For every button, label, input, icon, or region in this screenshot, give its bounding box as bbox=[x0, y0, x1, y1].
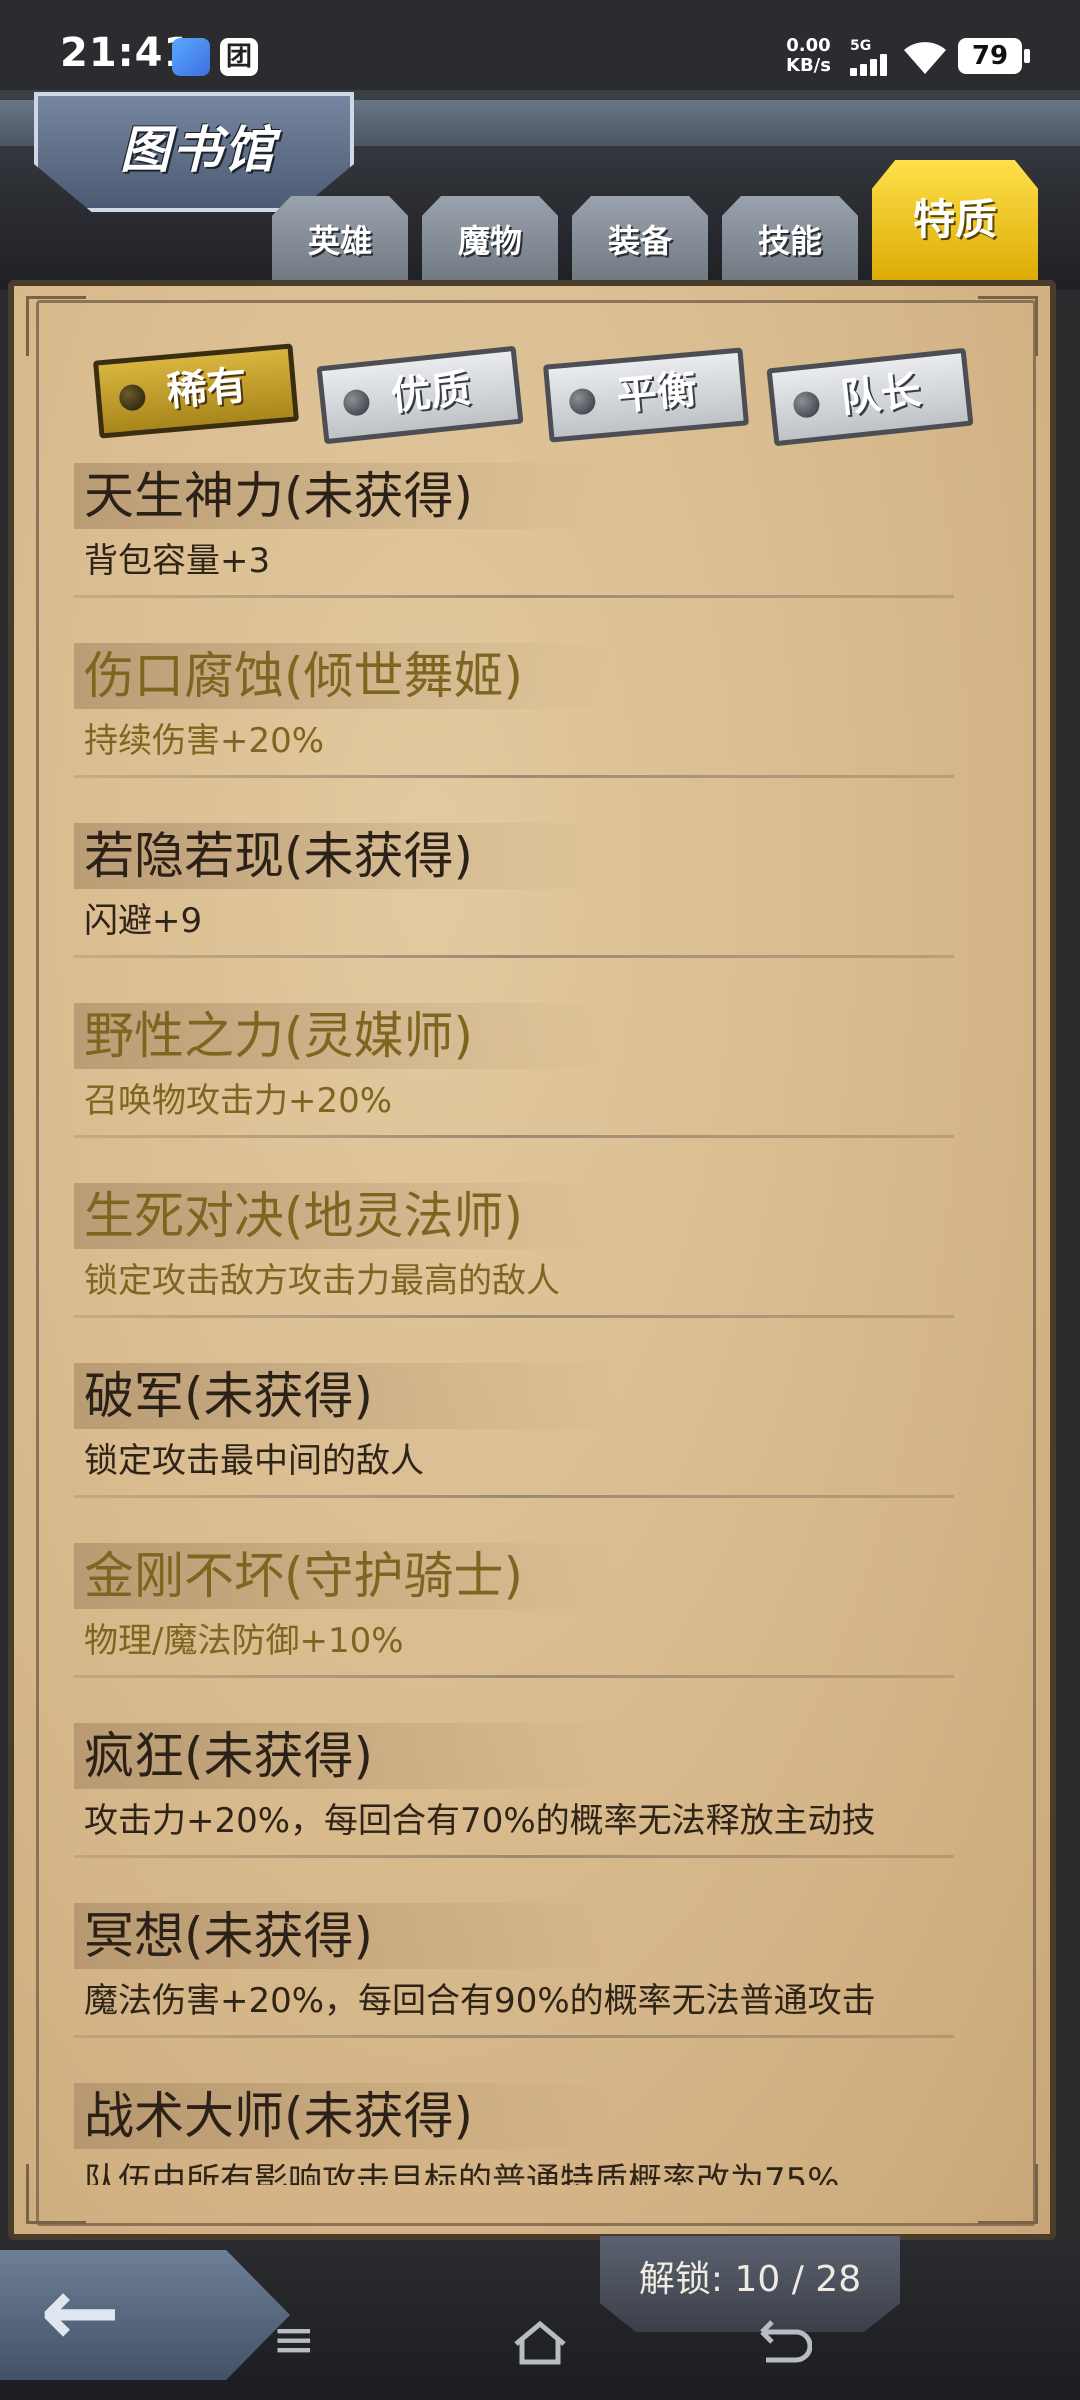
net-speed-value: 0.00 bbox=[786, 35, 831, 56]
divider bbox=[74, 775, 954, 778]
net-speed: 0.00 KB/s bbox=[786, 36, 831, 76]
frame-corner bbox=[978, 2164, 1038, 2224]
trait-item[interactable]: 天生神力(未获得) 背包容量+3 bbox=[74, 455, 964, 635]
subtab-label: 优质 bbox=[388, 365, 474, 420]
tab-monsters[interactable]: 魔物 bbox=[422, 196, 558, 286]
divider bbox=[74, 955, 954, 958]
menu-icon[interactable]: ≡ bbox=[272, 2310, 316, 2370]
rivet-icon bbox=[568, 387, 597, 416]
trait-description: 召唤物攻击力+20% bbox=[84, 1081, 393, 1121]
trait-title: 野性之力(灵媒师) bbox=[84, 1007, 474, 1065]
network-type: 5G bbox=[850, 38, 872, 54]
trait-item[interactable]: 若隐若现(未获得) 闪避+9 bbox=[74, 815, 964, 995]
trait-title: 冥想(未获得) bbox=[84, 1907, 374, 1965]
trait-title: 若隐若现(未获得) bbox=[84, 827, 474, 885]
trait-description: 物理/魔法防御+10% bbox=[84, 1621, 404, 1661]
subtab-label: 稀有 bbox=[165, 362, 249, 416]
left-arrow-icon[interactable]: ← bbox=[40, 2262, 120, 2362]
tuan-app-icon: 团 bbox=[220, 38, 258, 76]
trait-item[interactable]: 生死对决(地灵法师) 锁定攻击敌方攻击力最高的敌人 bbox=[74, 1175, 964, 1355]
frame-corner bbox=[26, 296, 86, 356]
trait-description: 持续伤害+20% bbox=[84, 721, 325, 761]
trait-list[interactable]: 天生神力(未获得) 背包容量+3 伤口腐蚀(倾世舞姬) 持续伤害+20% 若隐若… bbox=[74, 455, 964, 2185]
battery-indicator: 79 bbox=[958, 38, 1030, 74]
trait-item[interactable]: 金刚不坏(守护骑士) 物理/魔法防御+10% bbox=[74, 1535, 964, 1715]
divider bbox=[74, 1315, 954, 1318]
tab-equipment[interactable]: 装备 bbox=[572, 196, 708, 286]
trait-description: 闪避+9 bbox=[84, 901, 203, 941]
trait-title: 伤口腐蚀(倾世舞姬) bbox=[84, 647, 524, 705]
page-title: 图书馆 bbox=[120, 121, 276, 179]
trait-description: 队伍中所有影响攻击目标的普通特质概率改为75% bbox=[84, 2161, 840, 2185]
divider bbox=[74, 1495, 954, 1498]
home-icon[interactable] bbox=[510, 2318, 570, 2368]
trait-description: 攻击力+20%，每回合有70%的概率无法释放主动技 bbox=[84, 1801, 876, 1841]
app-notification-icon bbox=[172, 38, 210, 76]
frame-corner bbox=[978, 296, 1038, 356]
rivet-icon bbox=[342, 388, 371, 417]
wifi-icon bbox=[904, 42, 946, 74]
trait-description: 背包容量+3 bbox=[84, 541, 271, 581]
divider bbox=[74, 2035, 954, 2038]
subtab-label: 队长 bbox=[838, 367, 924, 422]
divider bbox=[74, 595, 954, 598]
tab-heroes[interactable]: 英雄 bbox=[272, 196, 408, 286]
trait-title: 天生神力(未获得) bbox=[84, 467, 474, 525]
trait-title: 破军(未获得) bbox=[84, 1367, 374, 1425]
trait-item[interactable]: 战术大师(未获得) 队伍中所有影响攻击目标的普通特质概率改为75% bbox=[74, 2075, 964, 2185]
trait-title: 疯狂(未获得) bbox=[84, 1727, 374, 1785]
rivet-icon bbox=[792, 390, 821, 419]
trait-description: 锁定攻击最中间的敌人 bbox=[84, 1441, 424, 1481]
divider bbox=[74, 1675, 954, 1678]
unlock-counter: 解锁: 10 / 28 bbox=[638, 2259, 862, 2300]
subtab-label: 平衡 bbox=[615, 366, 699, 420]
trait-title: 生死对决(地灵法师) bbox=[84, 1187, 524, 1245]
trait-title: 金刚不坏(守护骑士) bbox=[84, 1547, 524, 1605]
divider bbox=[74, 1855, 954, 1858]
divider bbox=[74, 1135, 954, 1138]
trait-description: 魔法伤害+20%，每回合有90%的概率无法普通攻击 bbox=[84, 1981, 876, 2021]
trait-item[interactable]: 伤口腐蚀(倾世舞姬) 持续伤害+20% bbox=[74, 635, 964, 815]
net-speed-unit: KB/s bbox=[786, 55, 831, 76]
trait-description: 锁定攻击敌方攻击力最高的敌人 bbox=[84, 1261, 560, 1301]
tab-skills[interactable]: 技能 bbox=[722, 196, 858, 286]
trait-title: 战术大师(未获得) bbox=[84, 2087, 474, 2145]
back-icon[interactable] bbox=[752, 2318, 812, 2368]
tab-traits[interactable]: 特质 bbox=[872, 160, 1038, 290]
trait-item[interactable]: 野性之力(灵媒师) 召唤物攻击力+20% bbox=[74, 995, 964, 1175]
trait-item[interactable]: 疯狂(未获得) 攻击力+20%，每回合有70%的概率无法释放主动技 bbox=[74, 1715, 964, 1895]
rivet-icon bbox=[118, 383, 147, 412]
trait-item[interactable]: 破军(未获得) 锁定攻击最中间的敌人 bbox=[74, 1355, 964, 1535]
signal-icon bbox=[850, 54, 894, 76]
trait-item[interactable]: 冥想(未获得) 魔法伤害+20%，每回合有90%的概率无法普通攻击 bbox=[74, 1895, 964, 2075]
